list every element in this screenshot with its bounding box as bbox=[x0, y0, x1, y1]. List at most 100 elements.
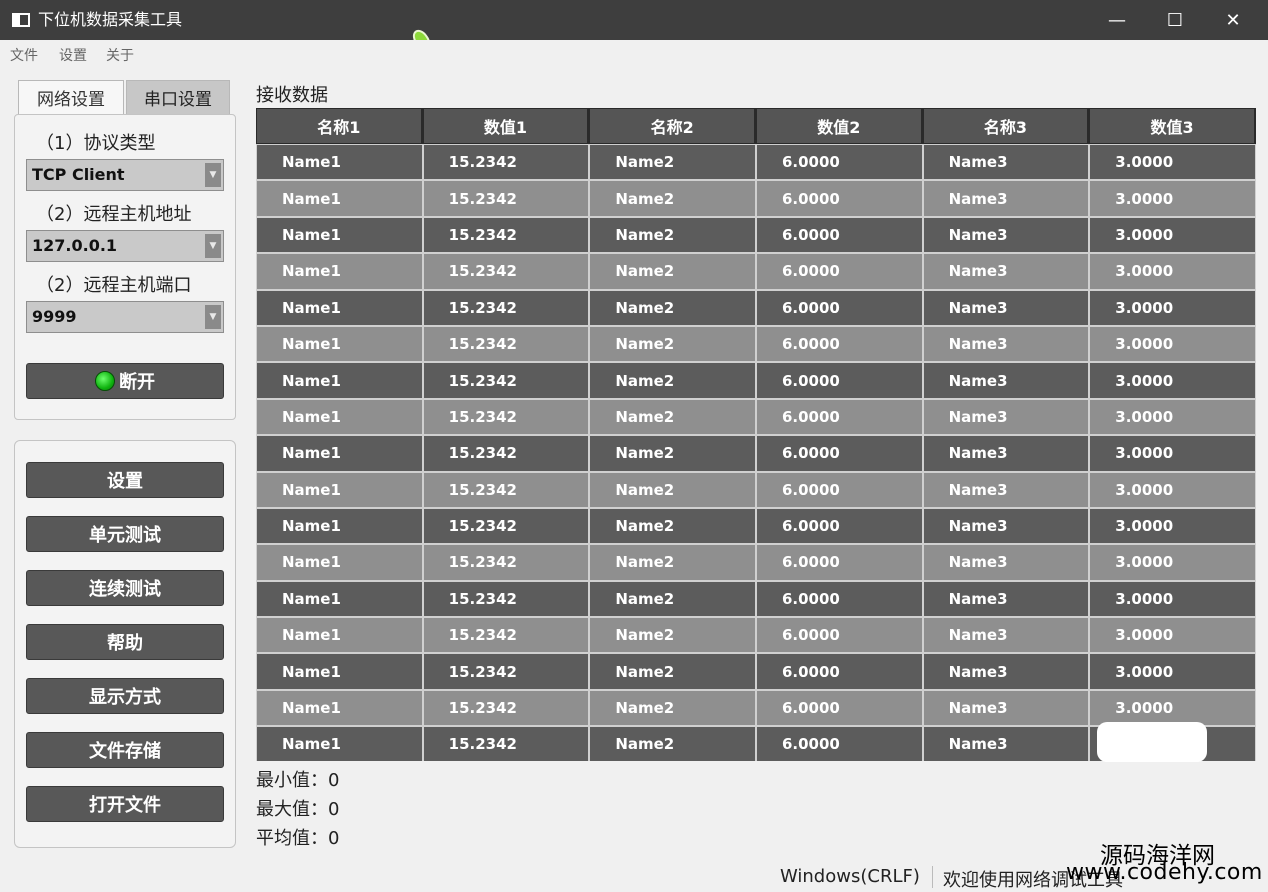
table-row[interactable]: Name1 15.2342 Name2 6.0000 Name3 3.0000 bbox=[256, 471, 1256, 508]
table-row[interactable]: Name1 15.2342 Name2 6.0000 Name3 3.0000 bbox=[256, 216, 1256, 254]
table-cell[interactable]: 15.2342 bbox=[422, 689, 590, 727]
table-cell[interactable]: Name1 bbox=[256, 435, 423, 472]
table-cell[interactable]: Name3 bbox=[922, 144, 1090, 181]
table-cell[interactable]: Name3 bbox=[922, 325, 1090, 363]
table-cell[interactable]: 6.0000 bbox=[755, 253, 923, 290]
table-cell[interactable]: 6.0000 bbox=[755, 726, 923, 761]
table-cell[interactable]: 6.0000 bbox=[755, 362, 923, 399]
menu-file[interactable]: 文件 bbox=[10, 45, 38, 65]
table-cell[interactable]: Name2 bbox=[589, 144, 756, 181]
column-header[interactable]: 名称3 bbox=[922, 108, 1090, 144]
table-cell[interactable]: 6.0000 bbox=[755, 216, 923, 254]
table-cell[interactable]: Name3 bbox=[922, 398, 1090, 436]
table-cell[interactable]: Name1 bbox=[256, 471, 423, 508]
table-cell[interactable]: Name1 bbox=[256, 253, 423, 290]
table-row[interactable]: Name1 15.2342 Name2 6.0000 Name3 3.0000 bbox=[256, 289, 1256, 326]
table-cell[interactable]: 6.0000 bbox=[755, 325, 923, 363]
table-cell[interactable]: Name2 bbox=[589, 253, 756, 290]
table-cell[interactable]: Name3 bbox=[922, 617, 1090, 654]
table-cell[interactable]: Name1 bbox=[256, 580, 423, 618]
column-header[interactable]: 名称1 bbox=[256, 108, 423, 144]
table-cell[interactable]: 15.2342 bbox=[422, 180, 590, 217]
table-cell[interactable]: Name3 bbox=[922, 653, 1090, 690]
table-cell[interactable]: Name2 bbox=[589, 653, 756, 690]
table-cell[interactable]: 3.0000 bbox=[1089, 253, 1256, 290]
table-row[interactable]: Name1 15.2342 Name2 6.0000 Name3 3.0000 bbox=[256, 544, 1256, 581]
table-cell[interactable]: 6.0000 bbox=[755, 435, 923, 472]
table-cell[interactable]: 15.2342 bbox=[422, 325, 590, 363]
column-header[interactable]: 数值3 bbox=[1089, 108, 1256, 144]
table-cell[interactable]: Name1 bbox=[256, 726, 423, 761]
table-cell[interactable]: Name2 bbox=[589, 580, 756, 618]
table-row[interactable]: Name1 15.2342 Name2 6.0000 Name3 3.0000 bbox=[256, 362, 1256, 399]
table-cell[interactable]: 3.0000 bbox=[1089, 289, 1256, 326]
table-cell[interactable]: 3.0000 bbox=[1089, 544, 1256, 581]
table-cell[interactable]: Name2 bbox=[589, 617, 756, 654]
table-cell[interactable]: 6.0000 bbox=[755, 544, 923, 581]
table-cell[interactable]: Name2 bbox=[589, 507, 756, 545]
table-cell[interactable]: 3.0000 bbox=[1089, 325, 1256, 363]
table-cell[interactable]: Name1 bbox=[256, 507, 423, 545]
table-cell[interactable]: Name2 bbox=[589, 398, 756, 436]
table-cell[interactable]: 3.0000 bbox=[1089, 435, 1256, 472]
table-cell[interactable]: Name1 bbox=[256, 689, 423, 727]
protocol-select[interactable]: TCP Client ▼ bbox=[26, 159, 224, 191]
table-cell[interactable]: 15.2342 bbox=[422, 580, 590, 618]
table-cell[interactable]: 15.2342 bbox=[422, 726, 590, 761]
unit-test-button[interactable]: 单元测试 bbox=[26, 516, 224, 552]
table-cell[interactable]: 15.2342 bbox=[422, 471, 590, 508]
host-select[interactable]: 127.0.0.1 ▼ bbox=[26, 230, 224, 262]
table-row[interactable]: Name1 15.2342 Name2 6.0000 Name3 3.0000 bbox=[256, 253, 1256, 290]
table-cell[interactable]: Name2 bbox=[589, 325, 756, 363]
table-cell[interactable]: 6.0000 bbox=[755, 653, 923, 690]
table-cell[interactable]: Name2 bbox=[589, 180, 756, 217]
table-cell[interactable]: Name1 bbox=[256, 544, 423, 581]
disconnect-button[interactable]: 断开 bbox=[26, 363, 224, 399]
help-button[interactable]: 帮助 bbox=[26, 624, 224, 660]
table-cell[interactable]: 3.0000 bbox=[1089, 471, 1256, 508]
table-cell[interactable]: 6.0000 bbox=[755, 617, 923, 654]
maximize-button[interactable]: ☐ bbox=[1146, 0, 1204, 40]
table-cell[interactable]: Name2 bbox=[589, 544, 756, 581]
table-cell[interactable]: Name1 bbox=[256, 144, 423, 181]
table-cell[interactable]: 6.0000 bbox=[755, 471, 923, 508]
table-cell[interactable]: 15.2342 bbox=[422, 653, 590, 690]
table-cell[interactable]: 6.0000 bbox=[755, 144, 923, 181]
table-cell[interactable]: 3.0000 bbox=[1089, 507, 1256, 545]
table-cell[interactable]: Name2 bbox=[589, 471, 756, 508]
table-cell[interactable]: 15.2342 bbox=[422, 435, 590, 472]
table-cell[interactable]: Name2 bbox=[589, 435, 756, 472]
table-row[interactable]: Name1 15.2342 Name2 6.0000 Name3 3.0000 bbox=[256, 653, 1256, 690]
table-cell[interactable]: Name3 bbox=[922, 435, 1090, 472]
table-row[interactable]: Name1 15.2342 Name2 6.0000 Name3 3.0000 bbox=[256, 180, 1256, 217]
table-cell[interactable]: 3.0000 bbox=[1089, 653, 1256, 690]
table-row[interactable]: Name1 15.2342 Name2 6.0000 Name3 3.0000 bbox=[256, 144, 1256, 181]
table-cell[interactable]: 3.0000 bbox=[1089, 580, 1256, 618]
table-cell[interactable]: 6.0000 bbox=[755, 180, 923, 217]
display-mode-button[interactable]: 显示方式 bbox=[26, 678, 224, 714]
table-cell[interactable]: 6.0000 bbox=[755, 507, 923, 545]
minimize-button[interactable]: — bbox=[1088, 0, 1146, 40]
table-row[interactable]: Name1 15.2342 Name2 6.0000 Name3 3.0000 bbox=[256, 435, 1256, 472]
settings-button[interactable]: 设置 bbox=[26, 462, 224, 498]
table-cell[interactable]: Name2 bbox=[589, 689, 756, 727]
table-cell[interactable]: Name3 bbox=[922, 362, 1090, 399]
table-cell[interactable]: 6.0000 bbox=[755, 289, 923, 326]
tab-network-settings[interactable]: 网络设置 bbox=[18, 80, 124, 114]
table-cell[interactable]: Name2 bbox=[589, 362, 756, 399]
menu-settings[interactable]: 设置 bbox=[59, 45, 87, 65]
table-cell[interactable]: 15.2342 bbox=[422, 544, 590, 581]
table-cell[interactable]: Name3 bbox=[922, 253, 1090, 290]
table-cell[interactable]: 6.0000 bbox=[755, 580, 923, 618]
table-cell[interactable]: 6.0000 bbox=[755, 398, 923, 436]
table-cell[interactable]: Name3 bbox=[922, 544, 1090, 581]
table-cell[interactable]: 15.2342 bbox=[422, 144, 590, 181]
table-cell[interactable]: Name2 bbox=[589, 216, 756, 254]
table-cell[interactable]: Name1 bbox=[256, 216, 423, 254]
table-row[interactable]: Name1 15.2342 Name2 6.0000 Name3 3.0000 bbox=[256, 617, 1256, 654]
table-row[interactable]: Name1 15.2342 Name2 6.0000 Name3 3.0000 bbox=[256, 325, 1256, 363]
data-table[interactable]: 名称1 数值1 名称2 数值2 名称3 数值3 Name1 15.2342 Name2 6.00… bbox=[256, 108, 1256, 761]
open-file-button[interactable]: 打开文件 bbox=[26, 786, 224, 822]
table-cell[interactable]: Name3 bbox=[922, 580, 1090, 618]
column-header[interactable]: 数值1 bbox=[422, 108, 590, 144]
